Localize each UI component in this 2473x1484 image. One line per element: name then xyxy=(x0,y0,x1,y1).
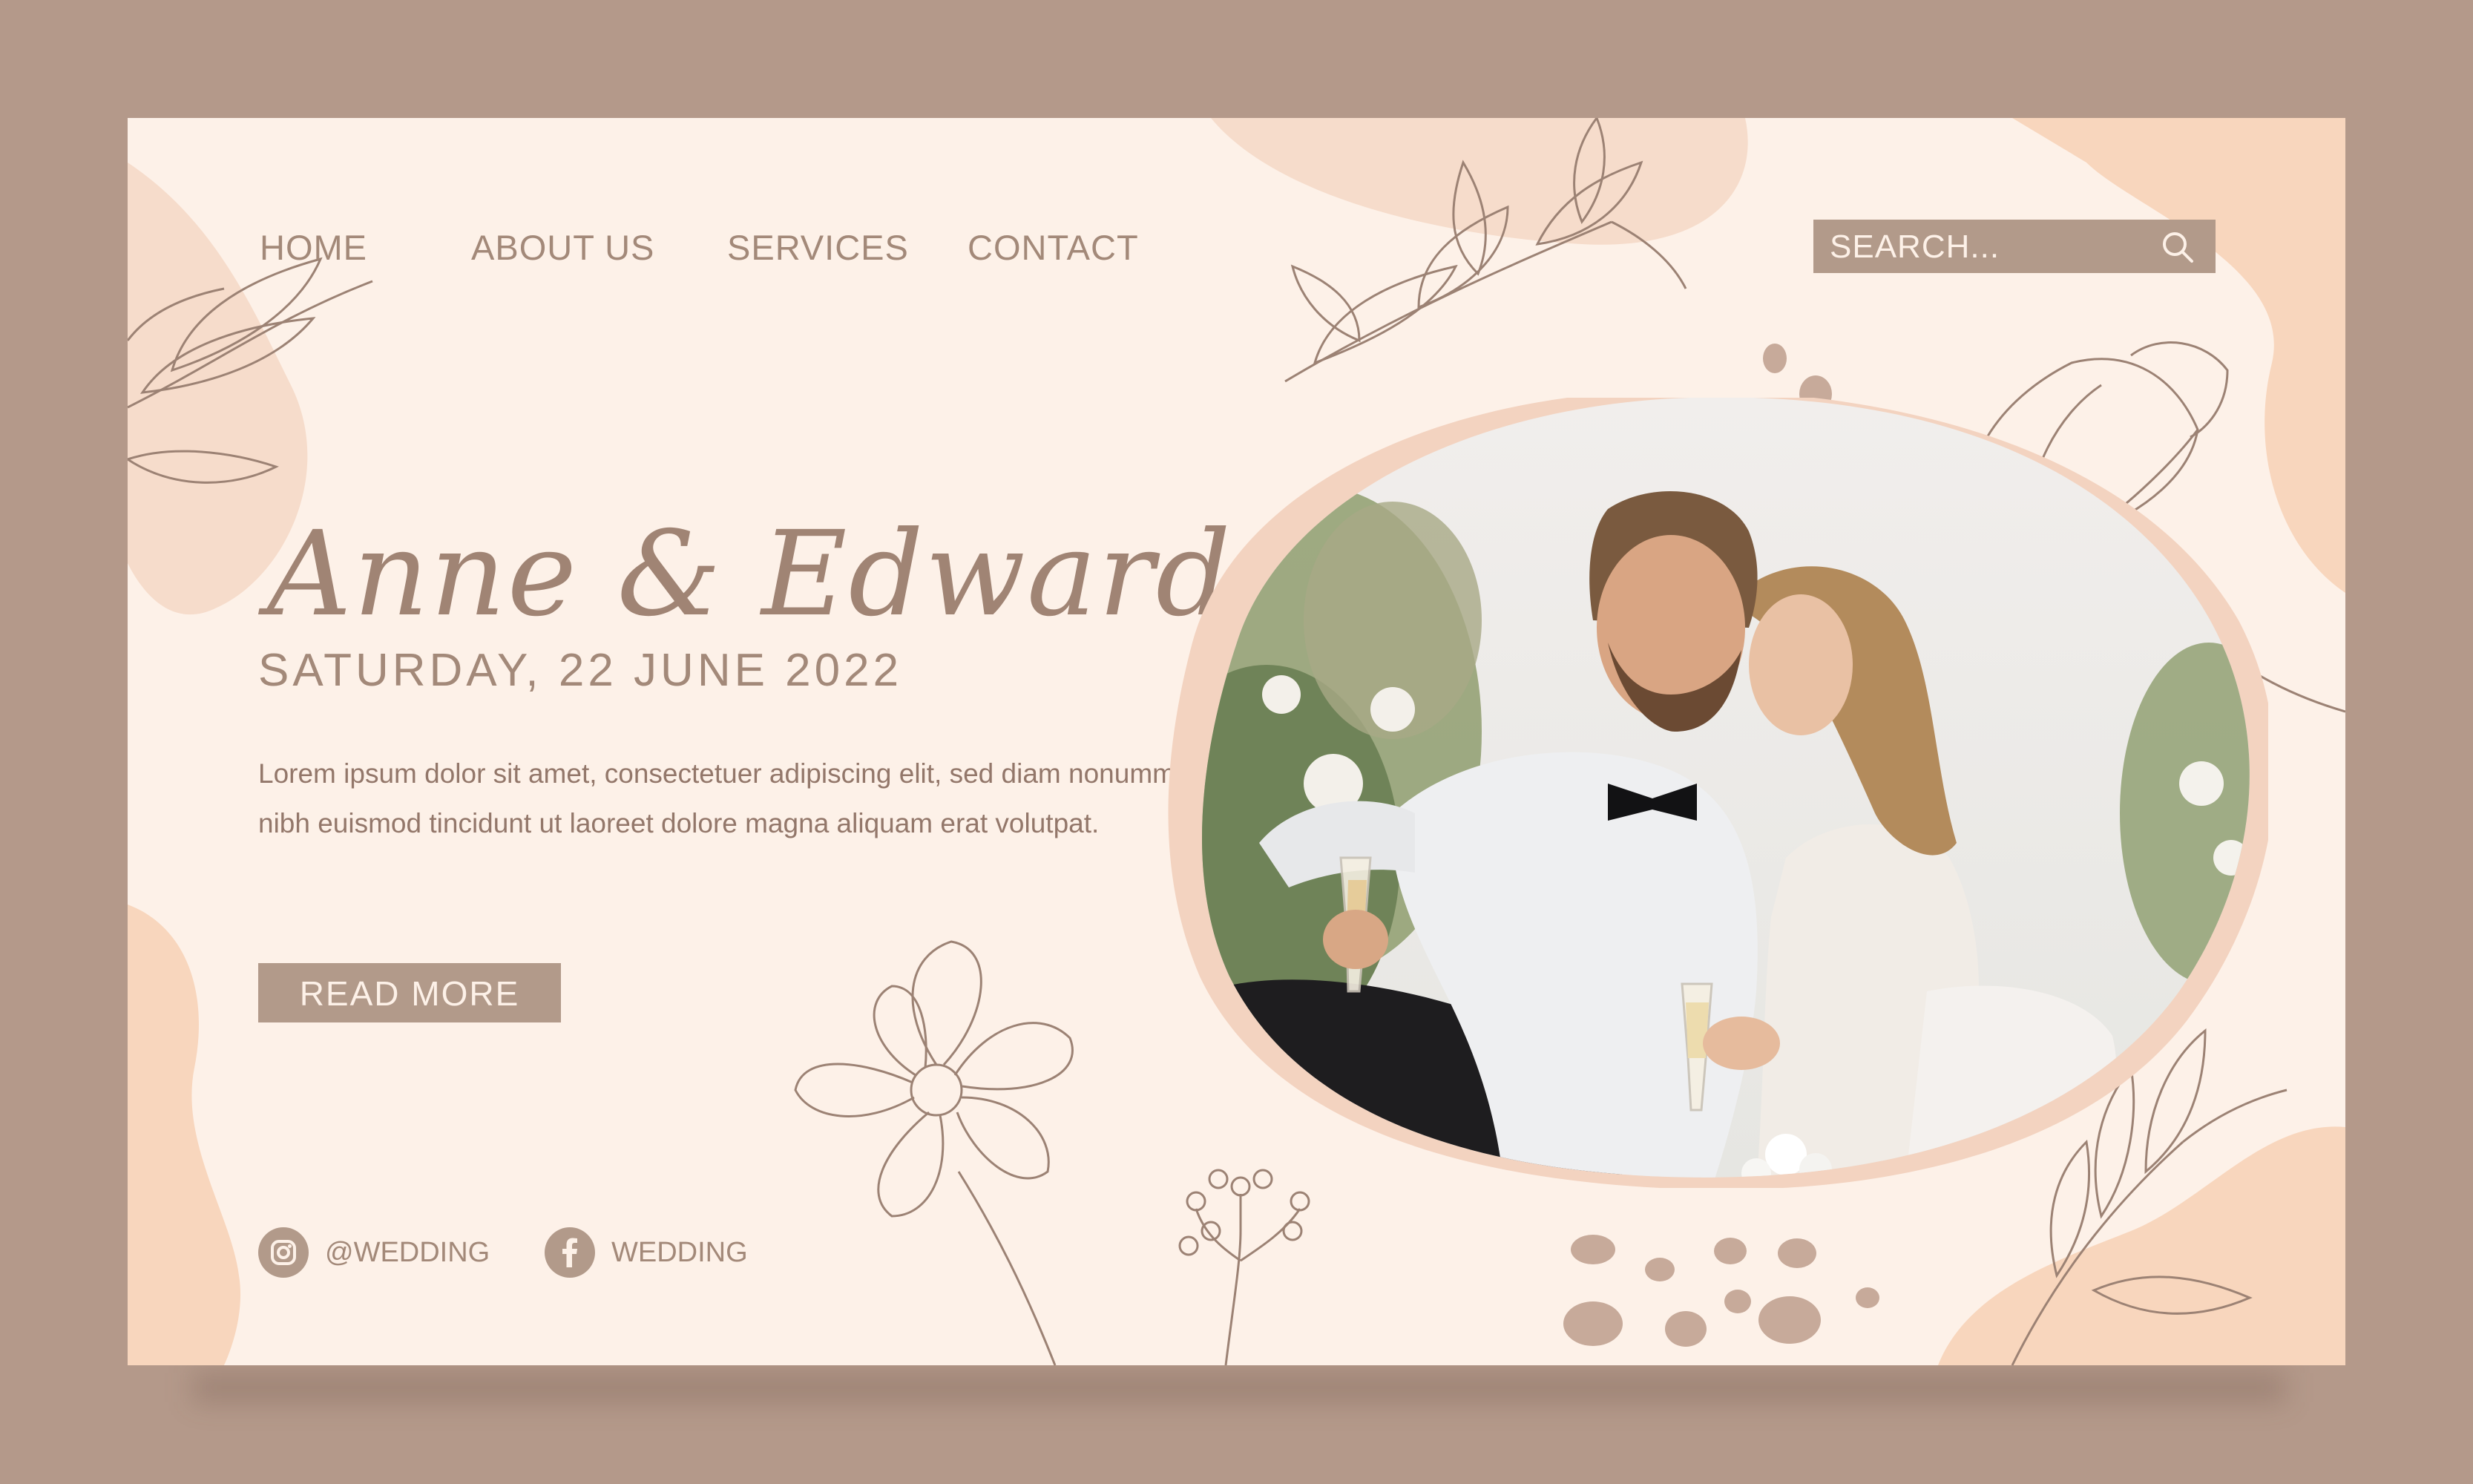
landing-page: HOME ABOUT US SERVICES CONTACT Anne & Ed… xyxy=(128,118,2345,1365)
read-more-button[interactable]: READ MORE xyxy=(258,963,561,1022)
couple-photo xyxy=(1148,398,2268,1188)
nav-about-us[interactable]: ABOUT US xyxy=(471,222,654,274)
page-shadow xyxy=(193,1373,2285,1402)
search-input[interactable] xyxy=(1828,226,2143,269)
nav-contact[interactable]: CONTACT xyxy=(968,222,1139,274)
couple-names: Anne & Edward xyxy=(267,506,1232,643)
facebook-icon xyxy=(545,1227,595,1278)
search-icon[interactable] xyxy=(2161,230,2195,264)
search-bar xyxy=(1813,220,2216,273)
nav-home[interactable]: HOME xyxy=(260,222,367,274)
facebook-link[interactable]: WEDDING xyxy=(545,1227,748,1278)
instagram-link[interactable]: @WEDDING xyxy=(258,1227,490,1278)
facebook-handle: WEDDING xyxy=(611,1236,748,1268)
wedding-date: SATURDAY, 22 JUNE 2022 xyxy=(258,645,903,696)
instagram-handle: @WEDDING xyxy=(325,1236,490,1268)
hero-description: Lorem ipsum dolor sit amet, consectetuer… xyxy=(258,758,1189,838)
instagram-icon xyxy=(258,1227,309,1278)
nav-services[interactable]: SERVICES xyxy=(727,222,909,274)
